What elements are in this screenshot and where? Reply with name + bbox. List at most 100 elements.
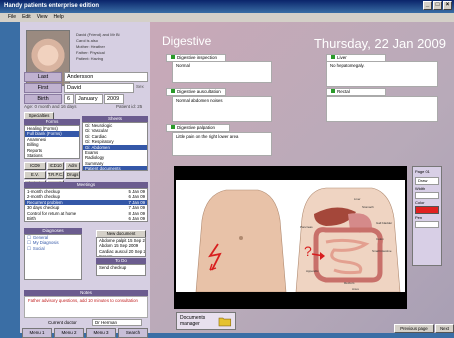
quick-button[interactable]: Adm <box>65 162 80 170</box>
quick-button[interactable]: Drugs <box>65 171 80 179</box>
tool-page: Page 01 <box>415 169 430 174</box>
quick-button[interactable]: T.R.P.C. <box>46 171 65 179</box>
maximize-icon[interactable]: □ <box>433 1 442 10</box>
footer-tab[interactable]: Menu 3 <box>86 328 116 338</box>
anatomy-label: Stomach <box>362 205 374 209</box>
section-icon <box>171 89 175 93</box>
sex-label: Sex <box>136 84 144 89</box>
patient-age: Age: 0 month and 16 days <box>24 104 77 109</box>
liver-box[interactable]: No hepatomegaly. <box>326 61 438 87</box>
document-name: Abdom <box>99 243 113 249</box>
window-titlebar: Handy patients enterprise edition _ □ × <box>0 0 454 13</box>
drawing-tools-panel: Page 01 Draw Width Color Pen <box>412 166 442 266</box>
auscultation-box[interactable]: Normal abdomen noises <box>172 96 272 122</box>
patient-info: David (Friend) and Mr Bi Carol is also M… <box>76 32 148 62</box>
previous-page-button[interactable]: Previous page <box>394 324 434 333</box>
anatomy-label: Rectum <box>344 281 355 285</box>
section-icon <box>331 55 335 59</box>
birth-label: Birth <box>24 94 62 104</box>
todo-list: Send checkup <box>96 264 146 276</box>
first-name-label: First <box>24 83 62 93</box>
anatomy-label: Small intestine <box>372 249 392 253</box>
first-name-field[interactable]: David <box>64 83 134 93</box>
document-date: 15 Sep 2009 <box>112 243 139 249</box>
anatomy-label: Gall bladder <box>376 221 392 225</box>
tool-width-label: Width <box>415 186 426 191</box>
diagnoses-list: ☐ General ☐ My Diagnosis ☐ Social <box>24 234 82 280</box>
footer-tab[interactable]: Menu 1 <box>22 328 52 338</box>
palpation-box[interactable]: Little pain on the right lower area <box>172 132 272 156</box>
document-date: 20 Sep 2009 <box>128 248 145 254</box>
meeting-name: Birth <box>27 216 36 222</box>
last-name-field[interactable]: Andersson <box>64 72 148 82</box>
forms-list: Healing (Forms) Full blank (Forms) Anamnes… <box>24 125 80 159</box>
birth-day[interactable]: 6 <box>64 94 74 104</box>
inspection-box[interactable]: Normal <box>172 61 272 83</box>
rectal-box[interactable] <box>326 96 438 122</box>
document-name: Sonom <box>99 254 113 257</box>
menu-view[interactable]: View <box>37 14 48 21</box>
quick-button[interactable]: ICD10 <box>46 162 65 170</box>
checkbox-icon[interactable]: ☐ <box>27 240 31 245</box>
document-item[interactable]: Sonom <box>97 254 145 257</box>
anatomy-label: Appendix <box>306 269 319 273</box>
current-doctor-label: Current doctor <box>48 320 77 325</box>
tool-pen-label: Pen <box>415 215 423 220</box>
meeting-row[interactable]: Birth 6 Jan 09 <box>25 216 147 221</box>
birth-month[interactable]: January <box>75 94 103 104</box>
anatomy-illustration: ? Liver Stomach Gall bladder Colon Small… <box>195 187 401 293</box>
documents-list: Abdome palpit 15 Sep 2009Abdom 15 Sep 20… <box>96 237 146 257</box>
documents-manager-button[interactable]: Documents manager <box>176 312 236 330</box>
menu-bar: File Edit View Help <box>0 13 454 22</box>
folder-icon <box>218 317 232 326</box>
birth-year[interactable]: 2009 <box>104 94 124 104</box>
menu-edit[interactable]: Edit <box>22 14 31 21</box>
diagnosis-label: General <box>32 235 49 240</box>
tool-draw[interactable]: Draw <box>415 177 439 185</box>
last-name-label: Last <box>24 72 62 82</box>
anatomy-label: Anus <box>352 287 359 291</box>
footer-tabs: Menu 1 Menu 2 Menu 3 Search <box>22 328 148 338</box>
tool-width-field[interactable] <box>415 192 439 199</box>
menu-help[interactable]: Help <box>53 14 63 21</box>
next-page-button[interactable]: Next <box>435 324 454 333</box>
page-date: Thursday, 22 Jan 2009 <box>313 36 446 51</box>
checkbox-icon[interactable]: ☐ <box>27 235 31 240</box>
rectal-label: Rectal <box>326 88 386 96</box>
footer-tab[interactable]: Search <box>118 328 148 338</box>
menu-file[interactable]: File <box>8 14 16 21</box>
window-title: Handy patients enterprise edition <box>4 3 100 9</box>
document-date: 15 Sep 2009 <box>127 238 145 243</box>
form-item[interactable]: Stations <box>25 153 79 158</box>
sheet-item[interactable]: Patient documents <box>83 166 147 170</box>
content-panel: Digestive Thursday, 22 Jan 2009 Digestiv… <box>150 22 454 333</box>
page-title: Digestive <box>162 34 212 48</box>
anatomy-figure[interactable]: ? Liver Stomach Gall bladder Colon Small… <box>176 180 405 293</box>
color-swatch[interactable] <box>415 206 439 214</box>
meetings-list: 1-month checkup 5 Jan 09 2-month checkup 6 … <box>24 188 148 222</box>
checkbox-icon[interactable]: ☐ <box>27 246 31 251</box>
quick-button[interactable]: E.V. <box>24 171 46 179</box>
anatomy-label: Pancreas <box>300 225 313 229</box>
footer-tab[interactable]: Menu 2 <box>54 328 84 338</box>
quick-button[interactable]: ICD9 <box>24 162 46 170</box>
section-icon <box>331 89 335 93</box>
todo-item[interactable]: Send checkup <box>97 265 145 270</box>
diagnosis-label: My Diagnosis <box>32 240 59 246</box>
notes-text[interactable]: Father advisory questions, add 10 minute… <box>24 296 148 318</box>
tool-pen-field[interactable] <box>415 221 439 228</box>
close-icon[interactable]: × <box>443 1 452 10</box>
diagnosis-item[interactable]: ☐ Social <box>25 246 81 251</box>
anatomy-label: Liver <box>354 197 361 201</box>
documents-manager-label: Documents manager <box>180 315 206 327</box>
patient-id: Patient id: 25 <box>116 104 143 109</box>
section-icon <box>171 125 175 129</box>
anatomy-label: Colon <box>376 237 384 241</box>
section-icon <box>171 55 175 59</box>
document-name: Cardiac auscul <box>99 248 128 254</box>
auscultation-label: Digestive auscultation <box>166 88 226 96</box>
patient-panel: David (Friend) and Mr Bi Carol is also M… <box>20 22 150 338</box>
minimize-icon[interactable]: _ <box>423 1 432 10</box>
doctor-field[interactable]: Dr Herman <box>92 319 142 326</box>
diagnosis-label: Social <box>32 245 45 251</box>
